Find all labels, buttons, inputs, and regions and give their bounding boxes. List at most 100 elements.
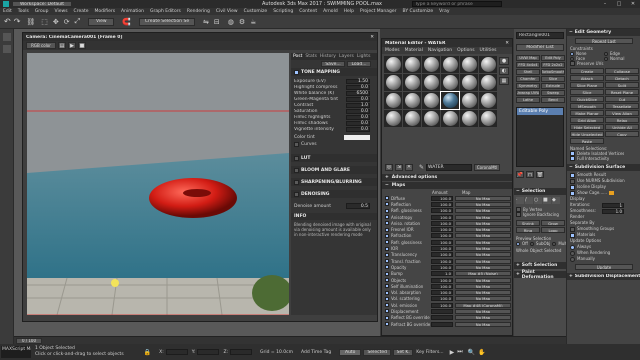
geometry-button[interactable]: Copy — [605, 131, 639, 137]
geometry-button[interactable]: MSmooth — [570, 103, 604, 109]
reset-material-icon[interactable]: ✕ — [405, 163, 413, 171]
render-icon[interactable]: ☕ — [250, 18, 256, 26]
sample-slot[interactable] — [403, 110, 421, 127]
map-enable-checkbox[interactable] — [385, 252, 389, 257]
menu-item[interactable]: Edit — [3, 9, 12, 14]
modifier-button[interactable]: Bend — [541, 97, 565, 103]
map-slot-button[interactable]: No Map — [455, 290, 511, 296]
vfb-section-checkbox[interactable] — [294, 167, 299, 173]
geometry-button[interactable]: Detach — [605, 75, 639, 81]
curves-checkbox[interactable] — [294, 142, 299, 147]
iterations-field[interactable]: 1 — [602, 202, 624, 208]
map-amount-field[interactable]: 1.0 — [431, 271, 453, 277]
advanced-options-rollout[interactable]: + Advanced options — [382, 174, 512, 181]
map-slot-button[interactable]: Map #48 (CoronaMi) — [455, 302, 511, 308]
sample-slot[interactable] — [403, 56, 421, 73]
show-cage-checkbox[interactable] — [570, 190, 575, 196]
menu-item[interactable]: Help — [344, 9, 354, 14]
material-pick-icon[interactable]: ✎ — [419, 164, 424, 171]
modifier-button[interactable]: TurboSmooth — [541, 69, 565, 75]
sample-slot[interactable] — [422, 56, 440, 73]
workspace-dropdown[interactable]: Workspace: Default — [12, 1, 72, 7]
preview-option-radio[interactable] — [529, 241, 534, 246]
object-name-field[interactable]: Rectangle001 — [516, 32, 564, 39]
z-coord-field[interactable] — [230, 349, 253, 355]
snap-icon[interactable]: 🧲 — [122, 18, 131, 26]
geometry-button[interactable]: View Align — [605, 110, 639, 116]
map-enable-checkbox[interactable] — [385, 296, 389, 301]
element-mode-icon[interactable]: ◆ — [552, 197, 560, 204]
material-menu-item[interactable]: Utilities — [480, 48, 497, 53]
map-amount-field[interactable]: 100.0 — [431, 220, 453, 226]
map-slot-button[interactable]: No Map — [455, 277, 511, 283]
update-button[interactable]: Update — [575, 264, 633, 270]
sample-type-icon[interactable]: ● — [499, 57, 509, 65]
vfb-stop-icon[interactable]: ■ — [78, 42, 86, 49]
constraint-radio[interactable] — [604, 56, 608, 61]
vertex-mode-icon[interactable]: · — [516, 197, 524, 204]
map-slot-button[interactable]: No Map — [455, 239, 511, 245]
map-slot-button[interactable]: Map #5 (Noise) — [455, 271, 511, 277]
menu-item[interactable]: Create — [74, 9, 89, 14]
pan-icon[interactable]: ✋ — [478, 349, 485, 356]
tone-param-field[interactable]: 0.0 — [346, 114, 370, 120]
map-slot-button[interactable]: No Map — [455, 201, 511, 207]
materials-checkbox[interactable] — [570, 232, 575, 238]
sample-slot[interactable] — [422, 74, 440, 91]
map-enable-checkbox[interactable] — [385, 233, 389, 238]
map-amount-field[interactable]: 100.0 — [431, 208, 453, 214]
map-amount-field[interactable]: 100.0 — [431, 296, 453, 302]
geometry-button[interactable]: Hide Selected — [570, 124, 604, 130]
map-enable-checkbox[interactable] — [385, 303, 389, 308]
map-amount-field[interactable]: 100.0 — [431, 264, 453, 270]
map-amount-field[interactable]: 100.0 — [431, 290, 453, 296]
viewport-right-strip[interactable]: Rectangle001 Modifier List UVW Map Edit P… — [514, 29, 568, 344]
reference-coord-dropdown[interactable]: View — [88, 17, 115, 26]
sample-slot[interactable] — [422, 92, 440, 109]
map-amount-field[interactable]: 100.0 — [431, 195, 453, 201]
color-tint-swatch[interactable] — [344, 135, 370, 140]
when-rendering-radio[interactable] — [570, 250, 575, 256]
zoom-icon[interactable]: 🔍 — [468, 349, 475, 356]
geometry-button[interactable]: Paste — [570, 138, 604, 144]
vfb-tab[interactable]: Layers — [339, 54, 354, 59]
edge-mode-icon[interactable]: / — [525, 197, 533, 204]
modifier-button[interactable]: Unwrap UVW — [516, 90, 540, 96]
vfb-section-header[interactable]: SHARPENING/BLURRING — [291, 178, 377, 186]
move-icon[interactable]: ✥ — [53, 18, 59, 26]
modifier-button[interactable]: Extrude — [541, 83, 565, 89]
menu-item[interactable]: Content — [299, 9, 317, 14]
vfb-tab[interactable]: Lights — [357, 54, 371, 59]
modifier-button[interactable]: FFD 2x2x2 — [541, 62, 565, 68]
denoise-amount-field[interactable]: 0.5 — [346, 203, 370, 209]
sample-slot[interactable] — [422, 110, 440, 127]
tone-param-field[interactable]: 1.50 — [346, 78, 370, 84]
map-amount-field[interactable]: 100.0 — [431, 201, 453, 207]
preview-option[interactable]: Off — [516, 241, 528, 246]
material-menu-item[interactable]: Navigation — [428, 48, 452, 53]
sample-slot[interactable] — [479, 56, 497, 73]
remove-modifier-icon[interactable]: 🗑 — [536, 171, 544, 178]
maps-rollout[interactable]: − Maps — [382, 182, 512, 189]
polygon-mode-icon[interactable]: ■ — [543, 197, 551, 204]
map-slot-button[interactable]: No Map — [455, 246, 511, 252]
vfb-save-button[interactable]: Save... — [321, 61, 345, 67]
link-icon[interactable]: ⛓ — [26, 18, 35, 26]
map-slot-button[interactable]: No Map — [455, 220, 511, 226]
render-setup-icon[interactable]: ⚙ — [239, 18, 245, 26]
geometry-button[interactable]: Slice Plane — [570, 82, 604, 88]
vfb-section-checkbox[interactable] — [294, 191, 299, 197]
geometry-button[interactable]: Create — [570, 68, 604, 74]
constraint-option[interactable]: Normal — [604, 56, 638, 61]
menu-item[interactable]: Animation — [121, 9, 144, 14]
vfb-load-button[interactable]: Load... — [347, 61, 371, 67]
map-enable-checkbox[interactable] — [385, 227, 389, 232]
smooth-result-checkbox[interactable] — [570, 172, 575, 178]
modifier-button[interactable]: UVW Map — [516, 55, 540, 61]
manually-radio[interactable] — [570, 256, 575, 262]
time-slider[interactable]: 0 / 100 — [16, 337, 42, 344]
geometry-button[interactable]: Collapse — [605, 68, 639, 74]
modifier-list-dropdown[interactable]: Modifier List — [516, 44, 564, 51]
selected-dropdown[interactable]: Selected — [363, 348, 392, 356]
sample-slot[interactable] — [384, 74, 402, 91]
